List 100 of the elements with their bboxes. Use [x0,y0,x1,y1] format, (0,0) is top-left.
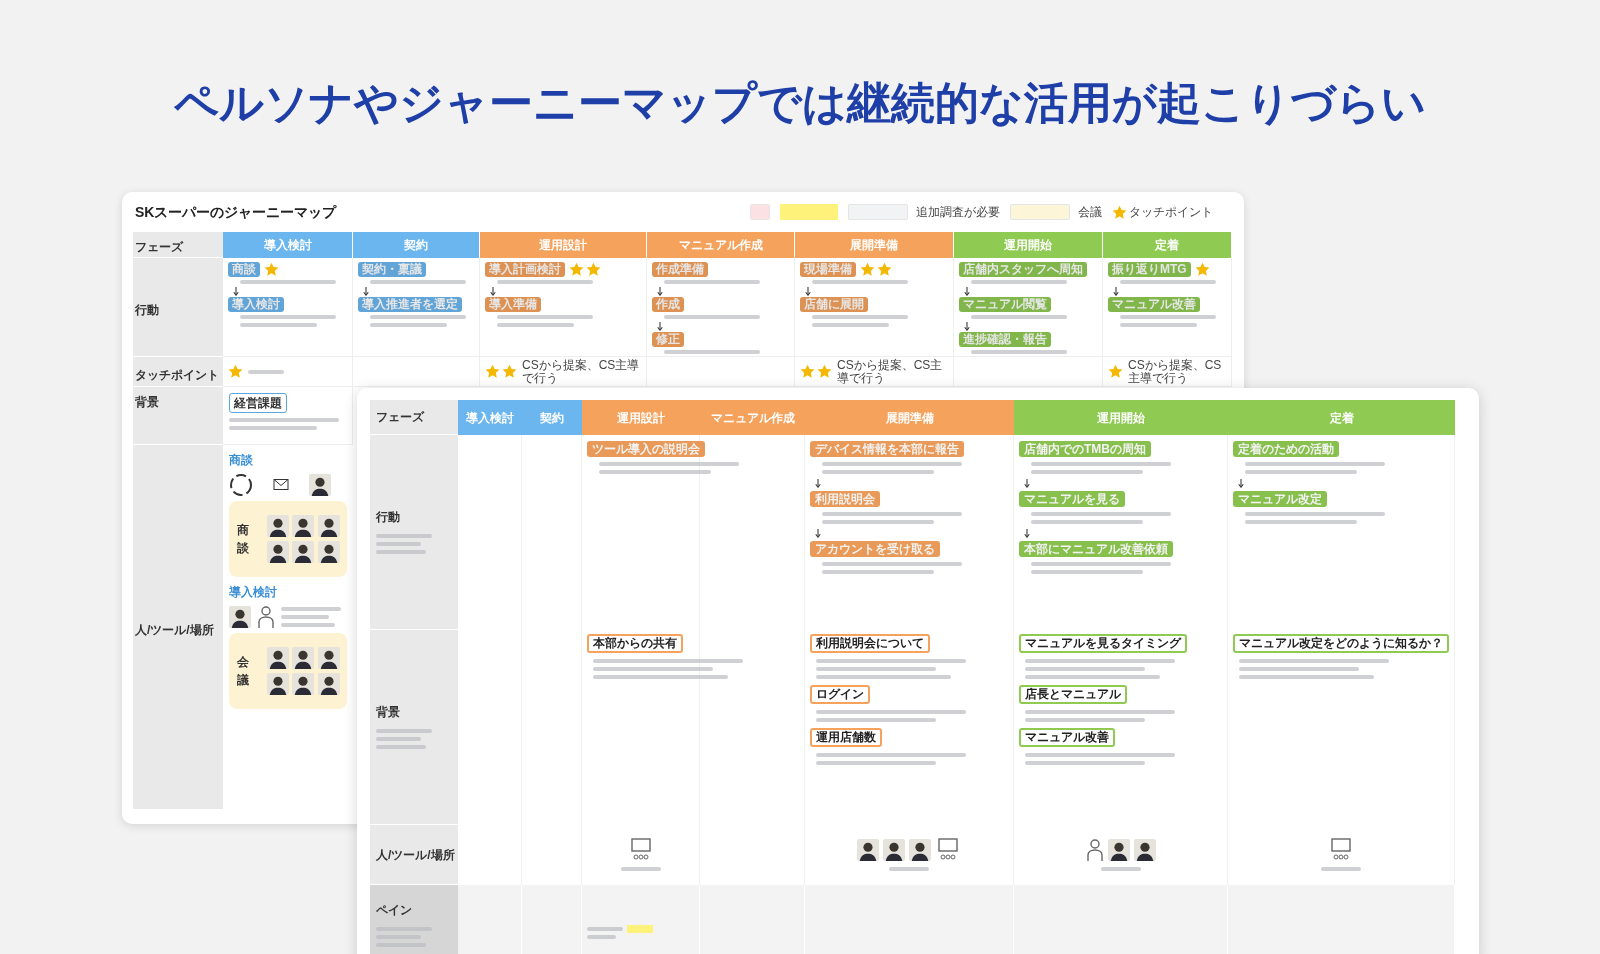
headline: ペルソナやジャーニーマップでは継続的な活用が起こりづらい [173,76,1427,130]
star-icon [569,262,584,277]
person-figure [317,515,340,537]
blurred-text-drawing [281,605,341,629]
presentation-icon [1328,837,1354,862]
person-figure [292,541,314,563]
topic-tag: 店長とマニュアル [1019,685,1127,704]
person-figure [266,647,289,669]
phase-header: 運用開始 [1014,400,1228,435]
step-tag: 商談 [228,262,260,277]
blurred-text-drawing [587,925,623,941]
blurred-text-drawing [376,532,432,556]
legend-label: 追加調査が必要 [916,204,1000,221]
topic-tag: マニュアルを見るタイミング [1019,634,1187,653]
step-tag: 契約・稟議 [358,262,426,277]
topic-tag: 利用説明会について [810,634,930,653]
person-figure [292,647,314,669]
step-tag: 導入検討 [228,297,284,312]
touchpoint-text: CSから提案、CS主導で行う [1128,358,1223,385]
step-tag: 店舗に展開 [800,297,868,312]
person-figure [1133,838,1156,861]
star-icon [1194,262,1210,277]
step-tag: 作成準備 [652,262,708,277]
ring-logo-icon [229,473,253,497]
step-tag: 導入準備 [485,297,541,312]
topic-tag: 運用店舗数 [810,728,882,747]
step-tag: 店舗内でのTMBの周知 [1019,441,1151,457]
topic-tag: マニュアル改定をどのように知るか？ [1233,634,1449,653]
star-icon [800,364,815,379]
star-icon [1108,364,1123,379]
down-arrow-icon [656,322,664,331]
step-tag: 本部にマニュアル改善依頼 [1019,541,1173,557]
blurred-text-drawing [376,727,432,751]
highlight-mark [627,925,653,933]
meeting-label: 商談 [237,522,250,557]
step-tag: ツール導入の説明会 [587,441,705,457]
legend-label: 会議 [1078,204,1102,221]
step-tag: 導入計画検討 [485,262,565,277]
person-figure [317,673,340,695]
star-icon [586,262,601,277]
row-label: 背景 [135,394,160,411]
row-label: フェーズ [376,409,426,426]
legend-label: タッチポイント [1129,204,1213,221]
down-arrow-icon [804,287,812,296]
down-arrow-icon [1237,479,1245,488]
row-label: フェーズ [135,239,185,256]
staff-icon [1085,837,1104,862]
down-arrow-icon [656,287,664,296]
topic-tag: マニュアル改善 [1019,728,1115,747]
person-figure [883,838,905,861]
down-arrow-icon [1112,287,1120,296]
step-tag: 現場準備 [800,262,856,277]
step-tag: 修正 [652,332,684,347]
person-figure [317,647,340,669]
person-figure [909,838,931,861]
down-arrow-icon [232,287,240,296]
touchpoint-text: CSから提案、CS主導で行う [837,358,944,385]
step-tag: マニュアルを見る [1019,491,1125,507]
star-icon [485,364,500,379]
step-tag: マニュアル閲覧 [959,297,1051,312]
step-tag: 導入推進者を選定 [358,297,462,312]
star-icon [502,364,517,379]
step-tag: アカウントを受け取る [810,541,940,557]
step-tag: 振り返りMTG [1108,262,1191,277]
star-icon [1112,204,1127,220]
presentation-icon [935,837,961,862]
section-label: 導入検討 [229,584,278,601]
down-arrow-icon [489,287,497,296]
row-label: 行動 [135,302,159,319]
down-arrow-icon [1023,479,1031,488]
row-label: タッチポイント [135,366,219,384]
phase-header: 導入検討 [223,232,353,258]
topic-tag: ログイン [810,685,870,704]
touchpoint-text: CSから提案、CS主導で行う [522,358,641,385]
phase-header: マニュアル作成 [647,232,795,258]
down-arrow-icon [814,529,822,538]
person-figure [266,673,289,695]
down-arrow-icon [963,322,971,331]
step-tag: 進捗確認・報告 [959,332,1051,347]
person-figure [266,515,289,537]
step-tag: 店舗内スタッフへ周知 [959,262,1087,277]
phase-header: 導入検討 [458,400,522,435]
person-figure [309,474,331,496]
phase-header: 運用設計 [582,400,700,435]
step-tag: 定着のための活動 [1233,441,1339,457]
down-arrow-icon [814,479,822,488]
step-tag: デバイス情報を本部に報告 [810,441,964,457]
step-tag: 作成 [652,297,684,312]
person-figure [857,838,879,861]
person-figure [292,673,314,695]
phase-header: 展開準備 [795,232,954,258]
row-label: 行動 [376,509,401,526]
down-arrow-icon [362,287,370,296]
down-arrow-icon [1023,529,1031,538]
row-label: 背景 [376,704,401,721]
issue-tag: 経営課題 [229,393,287,413]
star-icon [877,262,892,277]
person-figure [266,541,289,563]
person-figure [317,541,340,563]
phase-header: 定着 [1103,232,1232,258]
